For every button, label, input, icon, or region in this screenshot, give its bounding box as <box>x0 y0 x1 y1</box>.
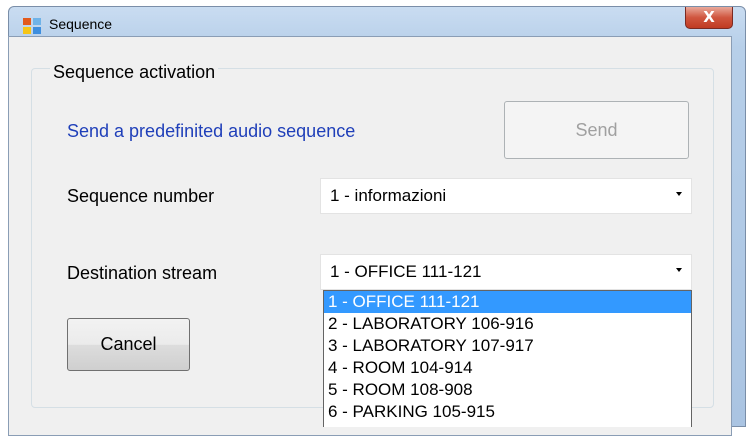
dropdown-option[interactable]: 4 - ROOM 104-914 <box>324 357 691 379</box>
group-title: Sequence activation <box>50 62 219 83</box>
dropdown-option[interactable]: 6 - PARKING 105-915 <box>324 401 691 423</box>
close-button[interactable]: X <box>685 7 733 29</box>
dropdown-option[interactable]: 3 - LABORATORY 107-917 <box>324 335 691 357</box>
sequence-number-value: 1 - informazioni <box>330 186 447 205</box>
dropdown-option[interactable]: 2 - LABORATORY 106-916 <box>324 313 691 335</box>
chevron-down-icon[interactable] <box>676 268 682 272</box>
send-prompt-label: Send a predefinited audio sequence <box>67 121 356 141</box>
chevron-down-icon[interactable] <box>676 192 682 196</box>
send-button[interactable]: Send <box>504 101 689 159</box>
destination-stream-dropdown-list: 1 - OFFICE 111-121 2 - LABORATORY 106-91… <box>323 290 692 427</box>
sequence-number-label: Sequence number <box>67 186 215 206</box>
destination-stream-label: Destination stream <box>67 263 218 283</box>
destination-stream-select[interactable]: 1 - OFFICE 111-121 <box>320 254 692 290</box>
window-title: Sequence <box>49 16 113 32</box>
destination-stream-value: 1 - OFFICE 111-121 <box>330 262 482 281</box>
windows-form-icon <box>23 18 41 34</box>
close-icon: X <box>703 8 715 26</box>
dropdown-option[interactable]: 5 - ROOM 108-908 <box>324 379 691 401</box>
dropdown-option[interactable]: 1 - OFFICE 111-121 <box>324 291 691 313</box>
sequence-number-select[interactable]: 1 - informazioni <box>320 178 692 214</box>
cancel-button[interactable]: Cancel <box>67 318 190 371</box>
